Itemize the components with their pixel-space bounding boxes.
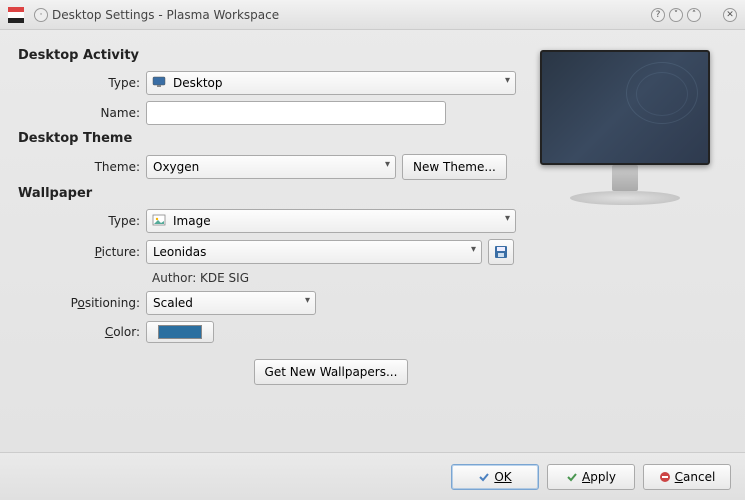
apply-button[interactable]: Apply xyxy=(547,464,635,490)
maximize-icon[interactable]: ˄ xyxy=(687,8,701,22)
activity-type-label: Type: xyxy=(18,76,146,90)
window-title: Desktop Settings - Plasma Workspace xyxy=(52,8,279,22)
preview-pane xyxy=(530,42,727,391)
minimize-icon[interactable]: ˅ xyxy=(669,8,683,22)
get-new-wallpapers-button[interactable]: Get New Wallpapers... xyxy=(254,359,409,385)
theme-label: Theme: xyxy=(18,160,146,174)
picture-select[interactable]: Leonidas xyxy=(146,240,482,264)
wallpaper-heading: Wallpaper xyxy=(18,186,516,201)
apply-icon xyxy=(566,471,578,483)
dialog-footer: OK Apply Cancel xyxy=(0,452,745,500)
monitor-preview xyxy=(530,50,720,220)
check-icon xyxy=(478,471,490,483)
ok-button[interactable]: OK xyxy=(451,464,539,490)
titlebar: · Desktop Settings - Plasma Workspace ? … xyxy=(0,0,745,30)
activity-type-select[interactable]: Desktop xyxy=(146,71,516,95)
activity-name-input[interactable] xyxy=(146,101,446,125)
open-file-button[interactable] xyxy=(488,239,514,265)
menu-icon[interactable]: · xyxy=(34,8,48,22)
wallpaper-type-label: Type: xyxy=(18,214,146,228)
cancel-icon xyxy=(659,471,671,483)
color-button[interactable] xyxy=(146,321,214,343)
close-icon[interactable]: ✕ xyxy=(723,8,737,22)
app-icon xyxy=(8,7,24,23)
positioning-select[interactable]: Scaled xyxy=(146,291,316,315)
new-theme-button[interactable]: New Theme... xyxy=(402,154,507,180)
theme-heading: Desktop Theme xyxy=(18,131,516,146)
window: · Desktop Settings - Plasma Workspace ? … xyxy=(0,0,745,500)
floppy-icon xyxy=(494,245,508,259)
wallpaper-type-select[interactable]: Image xyxy=(146,209,516,233)
picture-label: Picture: xyxy=(18,245,146,259)
cancel-button[interactable]: Cancel xyxy=(643,464,731,490)
activity-name-label: Name: xyxy=(18,106,146,120)
help-icon[interactable]: ? xyxy=(651,8,665,22)
author-label: Author: KDE SIG xyxy=(152,271,516,285)
positioning-label: Positioning: xyxy=(18,296,146,310)
color-chip xyxy=(158,325,202,339)
activity-heading: Desktop Activity xyxy=(18,48,516,63)
theme-select[interactable]: Oxygen xyxy=(146,155,396,179)
color-label: Color: xyxy=(18,325,146,339)
